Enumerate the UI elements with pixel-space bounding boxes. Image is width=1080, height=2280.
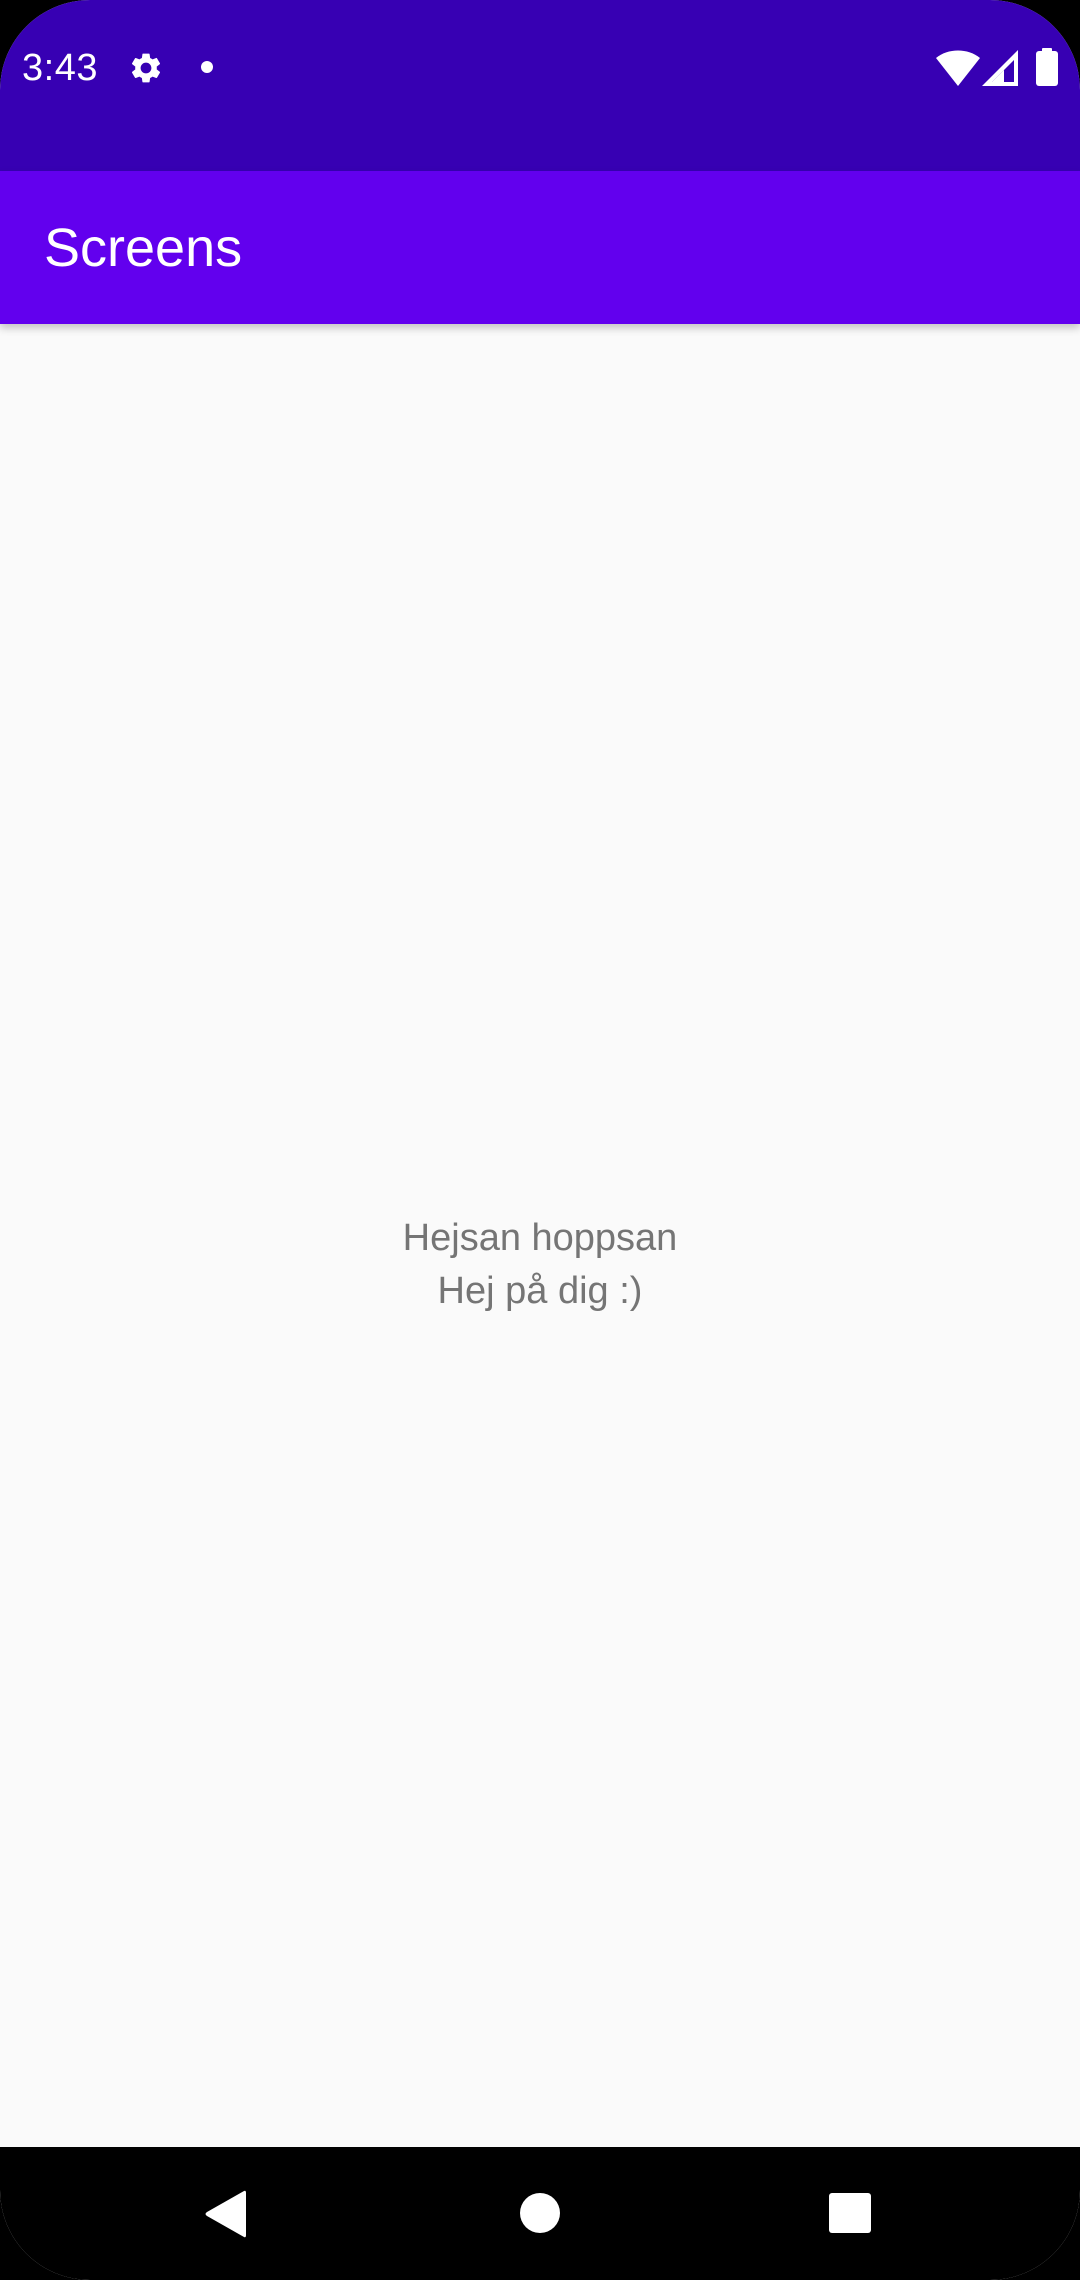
app-title: Screens — [44, 218, 243, 278]
status-bar: 3:43 — [0, 0, 1080, 171]
recents-icon[interactable] — [829, 2193, 871, 2233]
settings-gear-icon — [131, 53, 161, 83]
home-icon[interactable] — [519, 2192, 561, 2234]
message-line-1: Hejsan hoppsan — [402, 1217, 678, 1259]
back-icon[interactable] — [204, 2189, 246, 2239]
wifi-icon — [936, 50, 980, 86]
status-time: 3:43 — [22, 47, 98, 89]
app-bar: Screens — [0, 171, 1080, 324]
navigation-bar — [0, 2147, 1080, 2280]
main-content: Hejsan hoppsan Hej på dig :) — [0, 324, 1080, 2147]
phone-screen: 3:43 Screens Hejsan hoppsan Hej på dig :… — [0, 0, 1080, 2280]
cell-signal-icon — [982, 50, 1018, 86]
notification-dot-icon — [201, 61, 213, 73]
message-line-2: Hej på dig :) — [437, 1270, 643, 1312]
battery-icon — [1036, 48, 1058, 86]
